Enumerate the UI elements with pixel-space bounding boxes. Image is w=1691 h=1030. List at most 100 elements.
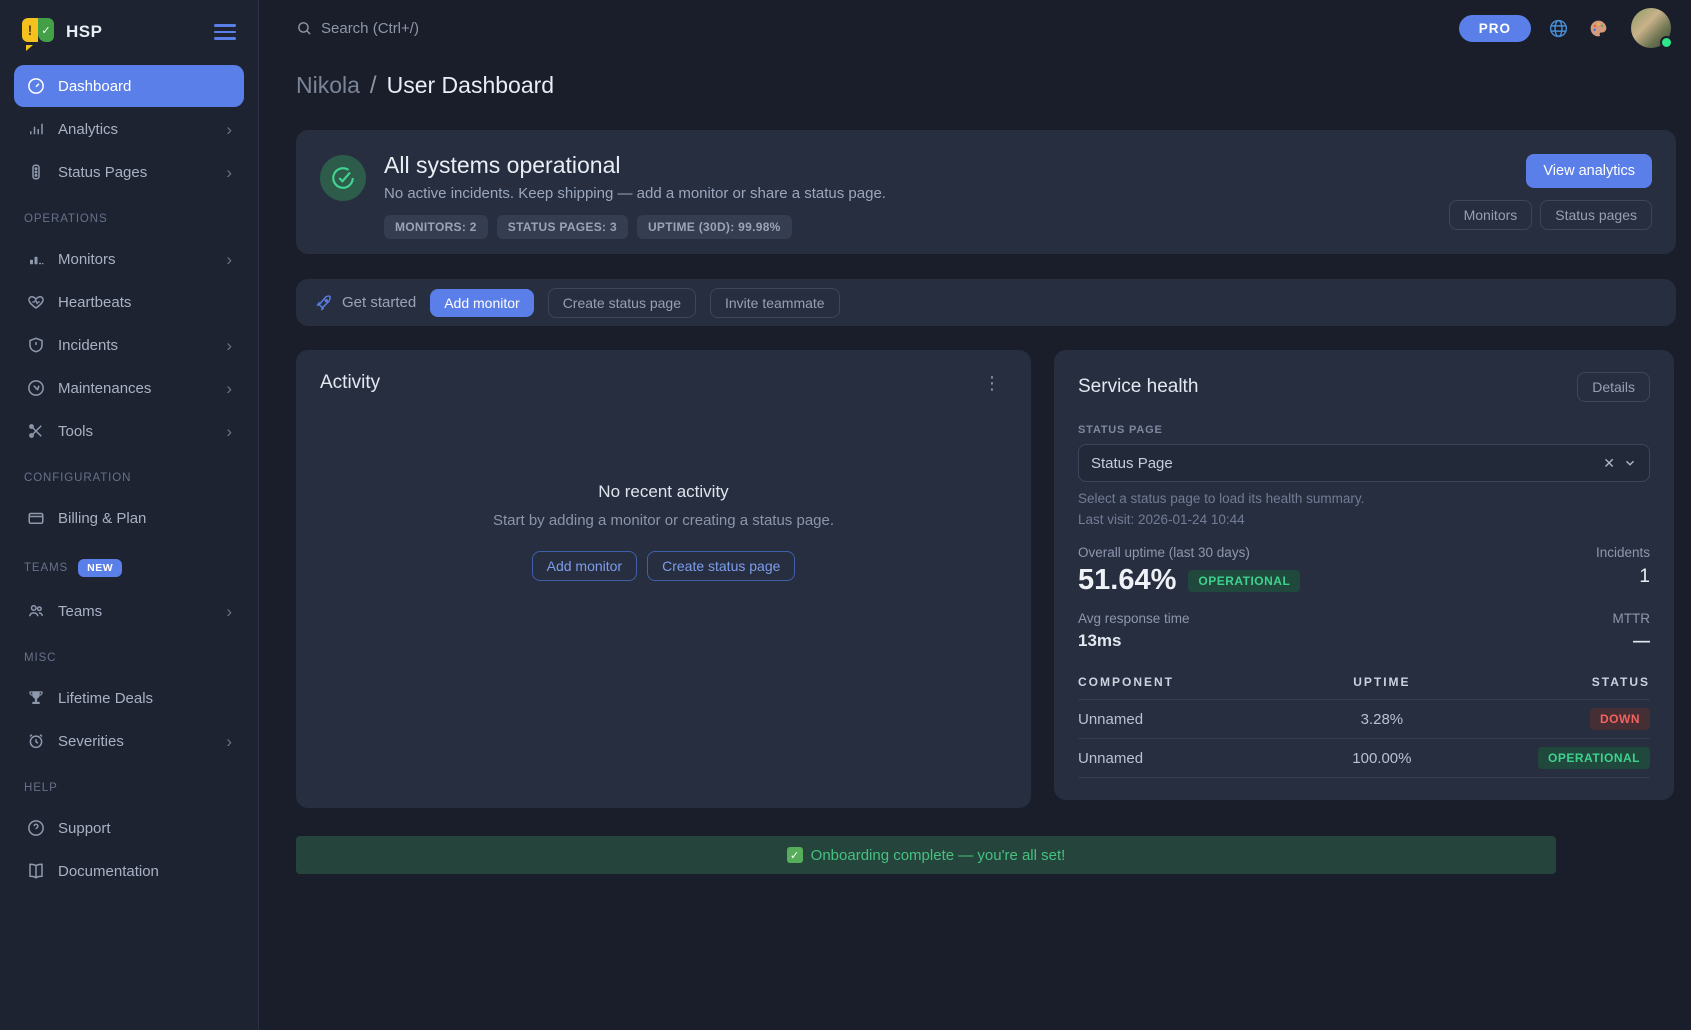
- maintenance-wrench-icon: [26, 379, 45, 397]
- section-teams-label: TEAMS: [24, 562, 68, 574]
- analytics-bars-icon: [26, 120, 45, 138]
- chevron-right-icon: ›: [226, 423, 232, 440]
- sidebar-item-label: Heartbeats: [58, 294, 232, 311]
- section-operations: OPERATIONS: [14, 193, 244, 237]
- status-pages-count-chip: STATUS PAGES: 3: [497, 215, 628, 239]
- topbar: PRO: [259, 0, 1691, 56]
- shield-alert-icon: [26, 336, 45, 354]
- chevron-down-icon[interactable]: [1623, 456, 1637, 470]
- pro-badge[interactable]: PRO: [1459, 15, 1531, 42]
- empty-add-monitor-button[interactable]: Add monitor: [532, 551, 637, 581]
- create-status-page-button[interactable]: Create status page: [548, 288, 696, 318]
- monitors-chart-icon: [26, 250, 45, 268]
- kebab-menu-icon[interactable]: ⋮: [977, 372, 1007, 394]
- sidebar-item-label: Teams: [58, 603, 213, 620]
- sidebar-item-label: Dashboard: [58, 78, 232, 95]
- avg-response-value: 13ms: [1078, 631, 1190, 651]
- sidebar-item-label: Maintenances: [58, 380, 213, 397]
- details-button[interactable]: Details: [1577, 372, 1650, 402]
- theme-palette-icon[interactable]: [1585, 15, 1611, 41]
- sidebar-item-incidents[interactable]: Incidents ›: [14, 324, 244, 366]
- check-circle-icon: [320, 155, 366, 201]
- status-page-select[interactable]: Status Page ✕: [1078, 444, 1650, 482]
- chevron-right-icon: ›: [226, 733, 232, 750]
- uptime-status-badge: OPERATIONAL: [1188, 570, 1300, 592]
- sidebar-item-label: Status Pages: [58, 164, 213, 181]
- col-component: COMPONENT: [1078, 675, 1293, 689]
- section-teams: TEAMS NEW: [14, 539, 244, 589]
- component-name: Unnamed: [1078, 750, 1293, 767]
- sidebar-item-documentation[interactable]: Documentation: [14, 850, 244, 892]
- breadcrumb-parent[interactable]: Nikola: [296, 72, 360, 99]
- traffic-light-icon: [26, 163, 45, 181]
- sidebar-item-dashboard[interactable]: Dashboard: [14, 65, 244, 107]
- user-avatar[interactable]: [1631, 8, 1671, 48]
- section-misc: MISC: [14, 632, 244, 676]
- sidebar-item-status-pages[interactable]: Status Pages ›: [14, 151, 244, 193]
- component-uptime: 100.00%: [1293, 750, 1472, 767]
- sidebar-item-heartbeats[interactable]: Heartbeats: [14, 281, 244, 323]
- view-analytics-button[interactable]: View analytics: [1526, 154, 1652, 188]
- status-title: All systems operational: [384, 152, 1431, 179]
- book-icon: [26, 862, 45, 880]
- sidebar-item-billing[interactable]: Billing & Plan: [14, 497, 244, 539]
- col-status: STATUS: [1471, 675, 1650, 689]
- content: Nikola / User Dashboard All systems oper…: [259, 56, 1691, 1030]
- trophy-icon: [26, 689, 45, 707]
- clear-selection-icon[interactable]: ✕: [1595, 455, 1623, 472]
- activity-empty-state: No recent activity Start by adding a mon…: [320, 482, 1007, 581]
- sidebar-item-tools[interactable]: Tools ›: [14, 410, 244, 452]
- sidebar-item-severities[interactable]: Severities ›: [14, 720, 244, 762]
- get-started-label: Get started: [342, 294, 416, 311]
- search-box[interactable]: [296, 20, 1445, 37]
- rocket-icon: [316, 294, 333, 311]
- sidebar-item-lifetime-deals[interactable]: Lifetime Deals: [14, 677, 244, 719]
- people-icon: [26, 602, 45, 620]
- service-health-card: Service health Details STATUS PAGE Statu…: [1054, 350, 1674, 800]
- status-subtitle: No active incidents. Keep shipping — add…: [384, 185, 1431, 202]
- monitors-count-chip: MONITORS: 2: [384, 215, 488, 239]
- page-title: User Dashboard: [387, 72, 554, 99]
- globe-icon[interactable]: [1545, 15, 1571, 41]
- section-help: HELP: [14, 762, 244, 806]
- uptime-chip: UPTIME (30D): 99.98%: [637, 215, 792, 239]
- activity-card: Activity ⋮ No recent activity Start by a…: [296, 350, 1031, 808]
- chevron-right-icon: ›: [226, 380, 232, 397]
- component-name: Unnamed: [1078, 711, 1293, 728]
- component-table: COMPONENT UPTIME STATUS Unnamed 3.28% DO…: [1078, 667, 1650, 778]
- sidebar-item-label: Incidents: [58, 337, 213, 354]
- hamburger-menu-icon[interactable]: [214, 24, 236, 40]
- sidebar-item-maintenances[interactable]: Maintenances ›: [14, 367, 244, 409]
- component-uptime: 3.28%: [1293, 711, 1472, 728]
- sidebar-item-label: Analytics: [58, 121, 213, 138]
- last-visit-text: Last visit: 2026-01-24 10:44: [1078, 512, 1650, 527]
- incidents-value: 1: [1596, 566, 1650, 588]
- breadcrumb-separator: /: [370, 72, 377, 100]
- monitors-button[interactable]: Monitors: [1449, 200, 1533, 230]
- sidebar: ! ✓ HSP Dashboard Analytics › Status Pag…: [0, 0, 259, 1030]
- dashboard-gauge-icon: [26, 77, 45, 95]
- chevron-right-icon: ›: [226, 164, 232, 181]
- question-circle-icon: [26, 819, 45, 837]
- empty-create-status-page-button[interactable]: Create status page: [647, 551, 795, 581]
- sidebar-item-support[interactable]: Support: [14, 807, 244, 849]
- status-pages-button[interactable]: Status pages: [1540, 200, 1652, 230]
- service-health-title: Service health: [1078, 376, 1198, 398]
- section-configuration: CONFIGURATION: [14, 452, 244, 496]
- online-status-dot: [1660, 36, 1673, 49]
- sidebar-item-monitors[interactable]: Monitors ›: [14, 238, 244, 280]
- sidebar-item-label: Severities: [58, 733, 213, 750]
- chevron-right-icon: ›: [226, 251, 232, 268]
- search-input[interactable]: [321, 20, 621, 37]
- uptime-value: 51.64%: [1078, 564, 1176, 597]
- new-badge: NEW: [78, 559, 122, 577]
- invite-teammate-button[interactable]: Invite teammate: [710, 288, 840, 318]
- uptime-label: Overall uptime (last 30 days): [1078, 545, 1300, 560]
- empty-state-subtitle: Start by adding a monitor or creating a …: [320, 512, 1007, 529]
- sidebar-item-analytics[interactable]: Analytics ›: [14, 108, 244, 150]
- alarm-clock-icon: [26, 732, 45, 750]
- sidebar-item-teams[interactable]: Teams ›: [14, 590, 244, 632]
- avg-response-label: Avg response time: [1078, 611, 1190, 626]
- table-row: Unnamed 3.28% DOWN: [1078, 699, 1650, 738]
- add-monitor-button[interactable]: Add monitor: [430, 289, 533, 317]
